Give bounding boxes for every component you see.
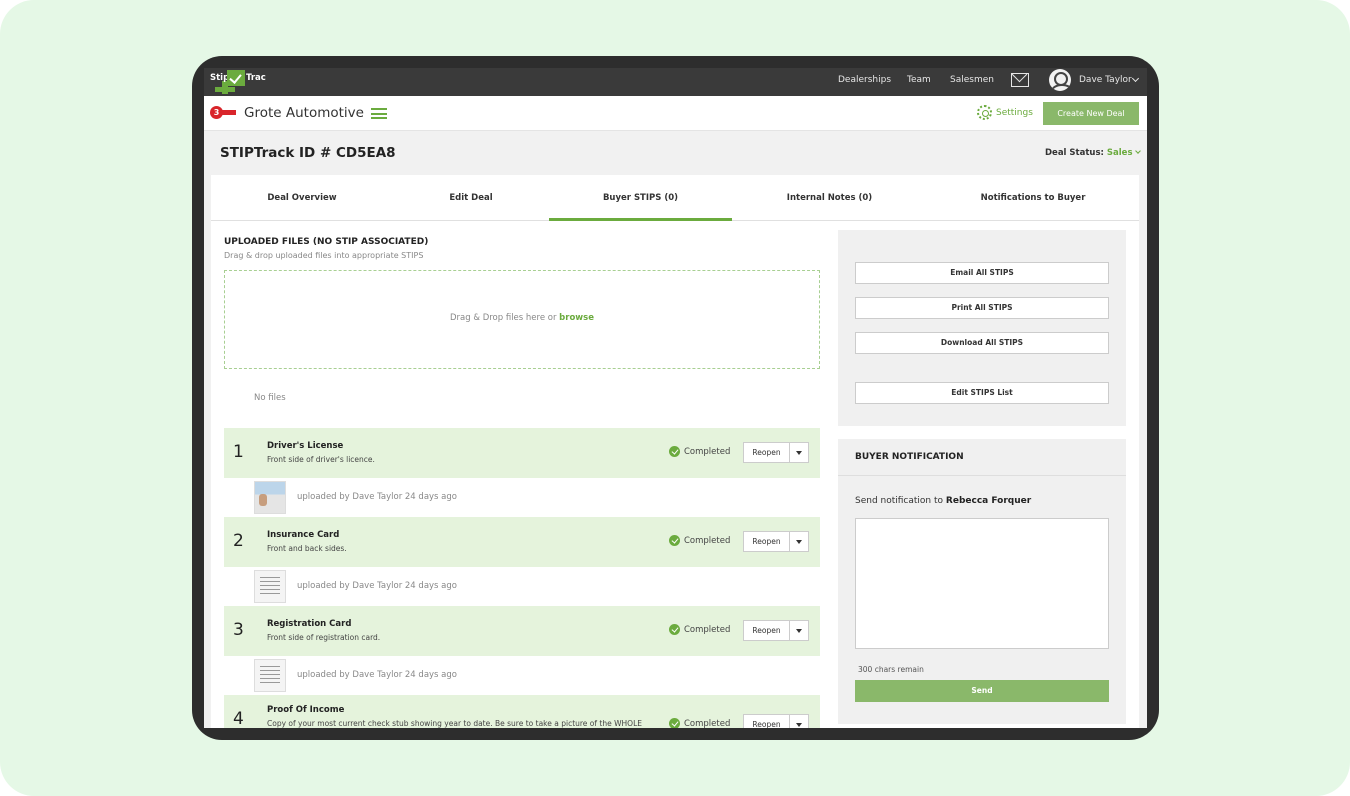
stip-row: 4 Proof Of Income Copy of your most curr… <box>224 695 820 728</box>
deal-status-label: Deal Status: <box>1045 148 1104 158</box>
file-thumbnail[interactable] <box>254 659 286 692</box>
tab-deal-overview[interactable]: Deal Overview <box>211 175 393 221</box>
buyer-notification-panel: BUYER NOTIFICATION Send notification to … <box>838 439 1126 724</box>
stip-description: Front and back sides. <box>267 544 347 553</box>
reopen-button[interactable]: Reopen <box>743 442 790 463</box>
top-nav: Stip Trac Dealerships Team Salesmen Dave… <box>204 68 1147 96</box>
reopen-dropdown-caret-icon[interactable] <box>789 442 809 463</box>
upload-meta: uploaded by Dave Taylor 24 days ago <box>297 581 457 591</box>
tab-edit-deal[interactable]: Edit Deal <box>393 175 549 221</box>
nav-link-salesmen[interactable]: Salesmen <box>950 75 994 85</box>
uploaded-files-subtitle: Drag & drop uploaded files into appropri… <box>224 251 424 260</box>
buyer-notification-header: BUYER NOTIFICATION <box>838 439 1126 476</box>
reopen-button[interactable]: Reopen <box>743 620 790 641</box>
reopen-dropdown-caret-icon[interactable] <box>789 531 809 552</box>
stiptrac-logo[interactable]: Stip Trac <box>210 70 270 94</box>
stip-status: Completed <box>684 719 731 728</box>
dealer-logo: 3 <box>210 106 236 120</box>
file-thumbnail[interactable] <box>254 570 286 603</box>
tab-internal-notes[interactable]: Internal Notes (0) <box>732 175 927 221</box>
dealer-name: Grote Automotive <box>244 105 364 121</box>
stip-name: Insurance Card <box>267 530 340 540</box>
stip-status: Completed <box>684 447 731 457</box>
uploaded-file-row: uploaded by Dave Taylor 24 days ago <box>224 567 820 606</box>
file-dropzone[interactable]: Drag & Drop files here or browse <box>224 270 820 369</box>
stip-name: Driver's License <box>267 441 344 451</box>
stip-name: Proof Of Income <box>267 705 345 715</box>
hamburger-menu-icon[interactable] <box>371 108 387 119</box>
chars-remaining: 300 chars remain <box>858 665 924 674</box>
check-circle-icon <box>669 535 680 546</box>
upload-meta: uploaded by Dave Taylor 24 days ago <box>297 492 457 502</box>
print-all-stips-button[interactable]: Print All STIPS <box>855 297 1109 319</box>
stip-row: 2 Insurance Card Front and back sides. C… <box>224 517 820 567</box>
send-notification-button[interactable]: Send <box>855 680 1109 702</box>
uploaded-files-title: UPLOADED FILES (NO STIP ASSOCIATED) <box>224 237 429 247</box>
stip-row: 1 Driver's License Front side of driver'… <box>224 428 820 478</box>
reopen-button[interactable]: Reopen <box>743 531 790 552</box>
download-all-stips-button[interactable]: Download All STIPS <box>855 332 1109 354</box>
notification-recipient: Send notification to Rebecca Forquer <box>855 496 1032 506</box>
upload-meta: uploaded by Dave Taylor 24 days ago <box>297 670 457 680</box>
nav-link-team[interactable]: Team <box>907 75 931 85</box>
check-circle-icon <box>669 624 680 635</box>
main-content: UPLOADED FILES (NO STIP ASSOCIATED) Drag… <box>211 221 1139 728</box>
nav-link-dealerships[interactable]: Dealerships <box>838 75 891 85</box>
chevron-down-icon[interactable] <box>1131 74 1140 83</box>
check-circle-icon <box>669 446 680 457</box>
settings-link[interactable]: Settings <box>996 108 1033 118</box>
buyer-notification-title: BUYER NOTIFICATION <box>855 452 964 462</box>
browse-link[interactable]: browse <box>559 313 594 323</box>
stip-row: 3 Registration Card Front side of regist… <box>224 606 820 656</box>
logo-text-right: Trac <box>246 73 266 83</box>
deal-status-value[interactable]: Sales <box>1107 148 1133 158</box>
stip-number: 1 <box>233 442 244 462</box>
stip-description: Front side of registration card. <box>267 633 381 642</box>
chevron-down-icon <box>1134 148 1141 154</box>
stip-number: 3 <box>233 620 244 640</box>
recipient-name: Rebecca Forquer <box>945 496 1032 506</box>
stip-description: Copy of your most current check stub sho… <box>267 719 642 728</box>
uploaded-file-row: uploaded by Dave Taylor 24 days ago <box>224 656 820 695</box>
tab-buyer-stips[interactable]: Buyer STIPS (0) <box>549 175 732 221</box>
check-circle-icon <box>669 718 680 728</box>
file-thumbnail[interactable] <box>254 481 286 514</box>
dropzone-text: Drag & Drop files here or browse <box>450 313 594 323</box>
logo-check-icon <box>227 70 245 86</box>
stip-status: Completed <box>684 625 731 635</box>
notification-message-input[interactable] <box>855 518 1109 649</box>
create-new-deal-button[interactable]: Create New Deal <box>1043 102 1139 125</box>
uploaded-file-row: uploaded by Dave Taylor 24 days ago <box>224 478 820 517</box>
user-menu-name[interactable]: Dave Taylor <box>1079 75 1132 85</box>
no-files-text: No files <box>254 393 286 403</box>
dealer-header: 3 Grote Automotive Settings Create New D… <box>204 96 1147 131</box>
page-title: STIPTrack ID # CD5EA8 <box>220 145 396 161</box>
stips-actions-panel: Email All STIPS Print All STIPS Download… <box>838 230 1126 426</box>
email-all-stips-button[interactable]: Email All STIPS <box>855 262 1109 284</box>
deal-tabs: Deal Overview Edit Deal Buyer STIPS (0) … <box>211 175 1139 221</box>
user-avatar-icon[interactable] <box>1049 69 1071 91</box>
reopen-dropdown-caret-icon[interactable] <box>789 714 809 728</box>
stip-status: Completed <box>684 536 731 546</box>
stip-number: 2 <box>233 531 244 551</box>
app-screen: Stip Trac Dealerships Team Salesmen Dave… <box>204 68 1147 728</box>
stip-name: Registration Card <box>267 619 352 629</box>
edit-stips-list-button[interactable]: Edit STIPS List <box>855 382 1109 404</box>
reopen-dropdown-caret-icon[interactable] <box>789 620 809 641</box>
tab-notifications-to-buyer[interactable]: Notifications to Buyer <box>927 175 1139 221</box>
reopen-button[interactable]: Reopen <box>743 714 790 728</box>
stip-description: Front side of driver's licence. <box>267 455 375 464</box>
gear-icon[interactable] <box>977 105 992 120</box>
deal-status[interactable]: Deal Status: Sales <box>1045 148 1141 158</box>
dealer-logo-bar <box>222 110 236 115</box>
mail-icon[interactable] <box>1011 73 1029 87</box>
stip-number: 4 <box>233 709 244 728</box>
